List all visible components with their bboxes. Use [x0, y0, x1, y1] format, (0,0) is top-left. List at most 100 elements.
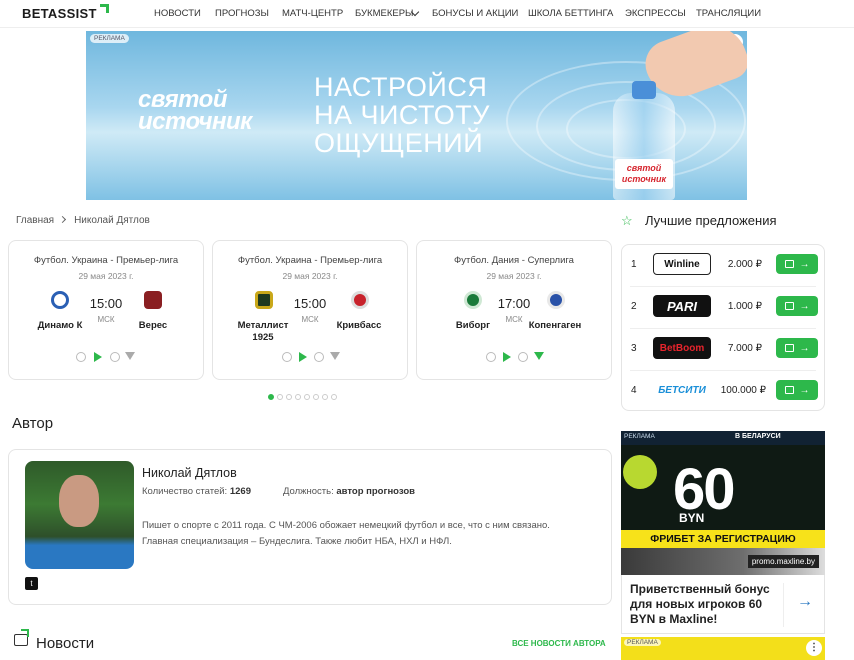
circle-icon[interactable] [486, 352, 496, 362]
gift-icon [784, 344, 794, 352]
ad-url: promo.maxline.by [747, 555, 819, 568]
pagination-dot[interactable] [295, 394, 301, 400]
match-league: Футбол. Дания - Суперлига [454, 255, 574, 266]
ad-slogan: НАСТРОЙСЯ НА ЧИСТОТУ ОЩУЩЕНИЙ [314, 73, 490, 157]
promo-card[interactable]: Приветственный бонус для новых игроков 6… [621, 575, 825, 634]
offer-amount: 7.000 ₽ [727, 343, 762, 354]
all-author-news-link[interactable]: ВСЕ НОВОСТИ АВТОРА [512, 639, 606, 648]
offer-row[interactable]: 1 Winline 2.000 ₽ → [622, 245, 824, 287]
slogan-line: НА ЧИСТОТУ [314, 100, 490, 130]
nav-item-betting-school[interactable]: Школа беттинга [528, 8, 613, 19]
bookmaker-logo-winline: Winline [653, 253, 711, 275]
second-ad-banner[interactable]: РЕКЛАМА ⋮ [621, 637, 825, 660]
play-icon[interactable] [94, 352, 102, 362]
triangle-down-icon[interactable] [534, 352, 544, 360]
site-logo[interactable]: BETASSIST [22, 6, 97, 21]
circle-icon[interactable] [282, 352, 292, 362]
match-date: 29 мая 2023 г. [78, 271, 134, 281]
section-title-news: Новости [36, 635, 95, 652]
position-value: автор прогнозов [336, 486, 415, 497]
nav-item-expresses[interactable]: Экспрессы [625, 8, 686, 19]
pagination-dot[interactable] [286, 394, 292, 400]
more-options-icon[interactable]: ⋮ [806, 640, 822, 656]
arrow-right-icon[interactable]: → [797, 593, 813, 611]
match-card[interactable]: Футбол. Дания - Суперлига 29 мая 2023 г.… [416, 240, 612, 380]
triangle-down-icon[interactable] [330, 352, 340, 360]
gift-icon [784, 260, 794, 268]
articles-value: 1269 [229, 486, 251, 497]
breadcrumb-home[interactable]: Главная [16, 215, 54, 226]
nav-item-streams[interactable]: Трансляции [696, 8, 761, 19]
nav-item-match-center[interactable]: Матч-центр [282, 8, 343, 19]
top-ad-banner[interactable]: РЕКЛАМА ⋮ святой источник НАСТРОЙСЯ НА Ч… [86, 31, 747, 200]
gift-icon [784, 386, 794, 394]
promo-text: Приветственный бонус для новых игроков 6… [630, 582, 770, 626]
match-card[interactable]: Футбол. Украина - Премьер-лига 29 мая 20… [8, 240, 204, 380]
ad-footer: promo.maxline.by [621, 548, 825, 575]
circle-icon[interactable] [518, 352, 528, 362]
slogan-line: ОЩУЩЕНИЙ [314, 128, 484, 158]
triangle-down-icon[interactable] [125, 352, 135, 360]
pagination-dot[interactable] [313, 394, 319, 400]
author-card: Николай Дятлов Количество статей: 1269 Д… [8, 449, 612, 605]
ad-label: РЕКЛАМА [90, 34, 129, 43]
carousel-pagination [268, 394, 337, 402]
ad-header-strip: РЕКЛАМА В БЕЛАРУСИ [621, 431, 825, 445]
get-bonus-button[interactable]: → [776, 254, 818, 274]
offer-amount: 100.000 ₽ [720, 385, 766, 396]
twitter-icon[interactable]: t [25, 577, 38, 590]
best-offers-list: 1 Winline 2.000 ₽ → 2 PARI 1.000 ₽ → 3 B… [621, 244, 825, 411]
ad-region: В БЕЛАРУСИ [735, 433, 781, 440]
play-icon[interactable] [299, 352, 307, 362]
chevron-right-icon [59, 215, 67, 224]
gift-icon [784, 302, 794, 310]
nav-item-news[interactable]: Новости [154, 8, 201, 19]
section-title-author: Автор [12, 415, 54, 432]
get-bonus-button[interactable]: → [776, 296, 818, 316]
away-team-name: Копенгаген [528, 320, 582, 331]
play-icon[interactable] [503, 352, 511, 362]
bookmaker-logo-pari: PARI [653, 295, 711, 317]
match-league: Футбол. Украина - Премьер-лига [237, 255, 383, 266]
pagination-dot[interactable] [277, 394, 283, 400]
nav-item-forecasts[interactable]: Прогнозы [215, 8, 269, 19]
side-ad-banner[interactable]: РЕКЛАМА В БЕЛАРУСИ 60 BYN ФРИБЕТ ЗА РЕГИ… [621, 431, 825, 575]
tennis-ball-image [623, 455, 657, 489]
circle-icon[interactable] [314, 352, 324, 362]
circle-icon[interactable] [76, 352, 86, 362]
pagination-dot[interactable] [268, 394, 274, 400]
author-photo [25, 461, 134, 569]
author-position: Должность: автор прогнозов [283, 486, 415, 497]
get-bonus-button[interactable]: → [776, 380, 818, 400]
pagination-dot[interactable] [331, 394, 337, 400]
author-bio: Пишет о спорте с 2011 года. С ЧМ-2006 об… [142, 520, 550, 547]
articles-label: Количество статей: [142, 486, 228, 497]
offer-row[interactable]: 3 BetBoom 7.000 ₽ → [622, 329, 824, 371]
ad-label: РЕКЛАМА [624, 639, 661, 646]
match-league: Футбол. Украина - Премьер-лига [33, 255, 179, 266]
match-card[interactable]: Футбол. Украина - Премьер-лига 29 мая 20… [212, 240, 408, 380]
ad-label: РЕКЛАМА [624, 433, 655, 440]
bookmaker-logo-betboom: BetBoom [653, 337, 711, 359]
divider [783, 583, 784, 627]
offer-row[interactable]: 2 PARI 1.000 ₽ → [622, 287, 824, 329]
home-team-name: Виборг [455, 320, 491, 331]
logo-mark-icon [100, 4, 109, 13]
ad-currency: BYN [679, 511, 705, 525]
slogan-line: НАСТРОЙСЯ [314, 72, 488, 102]
circle-icon[interactable] [110, 352, 120, 362]
away-team-name: Кривбасс [336, 320, 382, 331]
breadcrumb: Главная Николай Дятлов [16, 215, 150, 226]
get-bonus-button[interactable]: → [776, 338, 818, 358]
ad-freebet-band: ФРИБЕТ ЗА РЕГИСТРАЦИЮ [621, 530, 825, 548]
match-date: 29 мая 2023 г. [282, 271, 338, 281]
top-navigation: BETASSIST Новости Прогнозы Матч-центр Бу… [0, 0, 854, 28]
pagination-dot[interactable] [322, 394, 328, 400]
pagination-dot[interactable] [304, 394, 310, 400]
offer-amount: 1.000 ₽ [727, 301, 762, 312]
nav-item-bookmakers[interactable]: Букмекеры [355, 8, 413, 19]
offer-row[interactable]: 4 БЕТСИТИ 100.000 ₽ → [622, 371, 824, 413]
match-date: 29 мая 2023 г. [486, 271, 542, 281]
nav-item-bonuses[interactable]: Бонусы и акции [432, 8, 518, 19]
articles-count: Количество статей: 1269 [142, 486, 251, 497]
